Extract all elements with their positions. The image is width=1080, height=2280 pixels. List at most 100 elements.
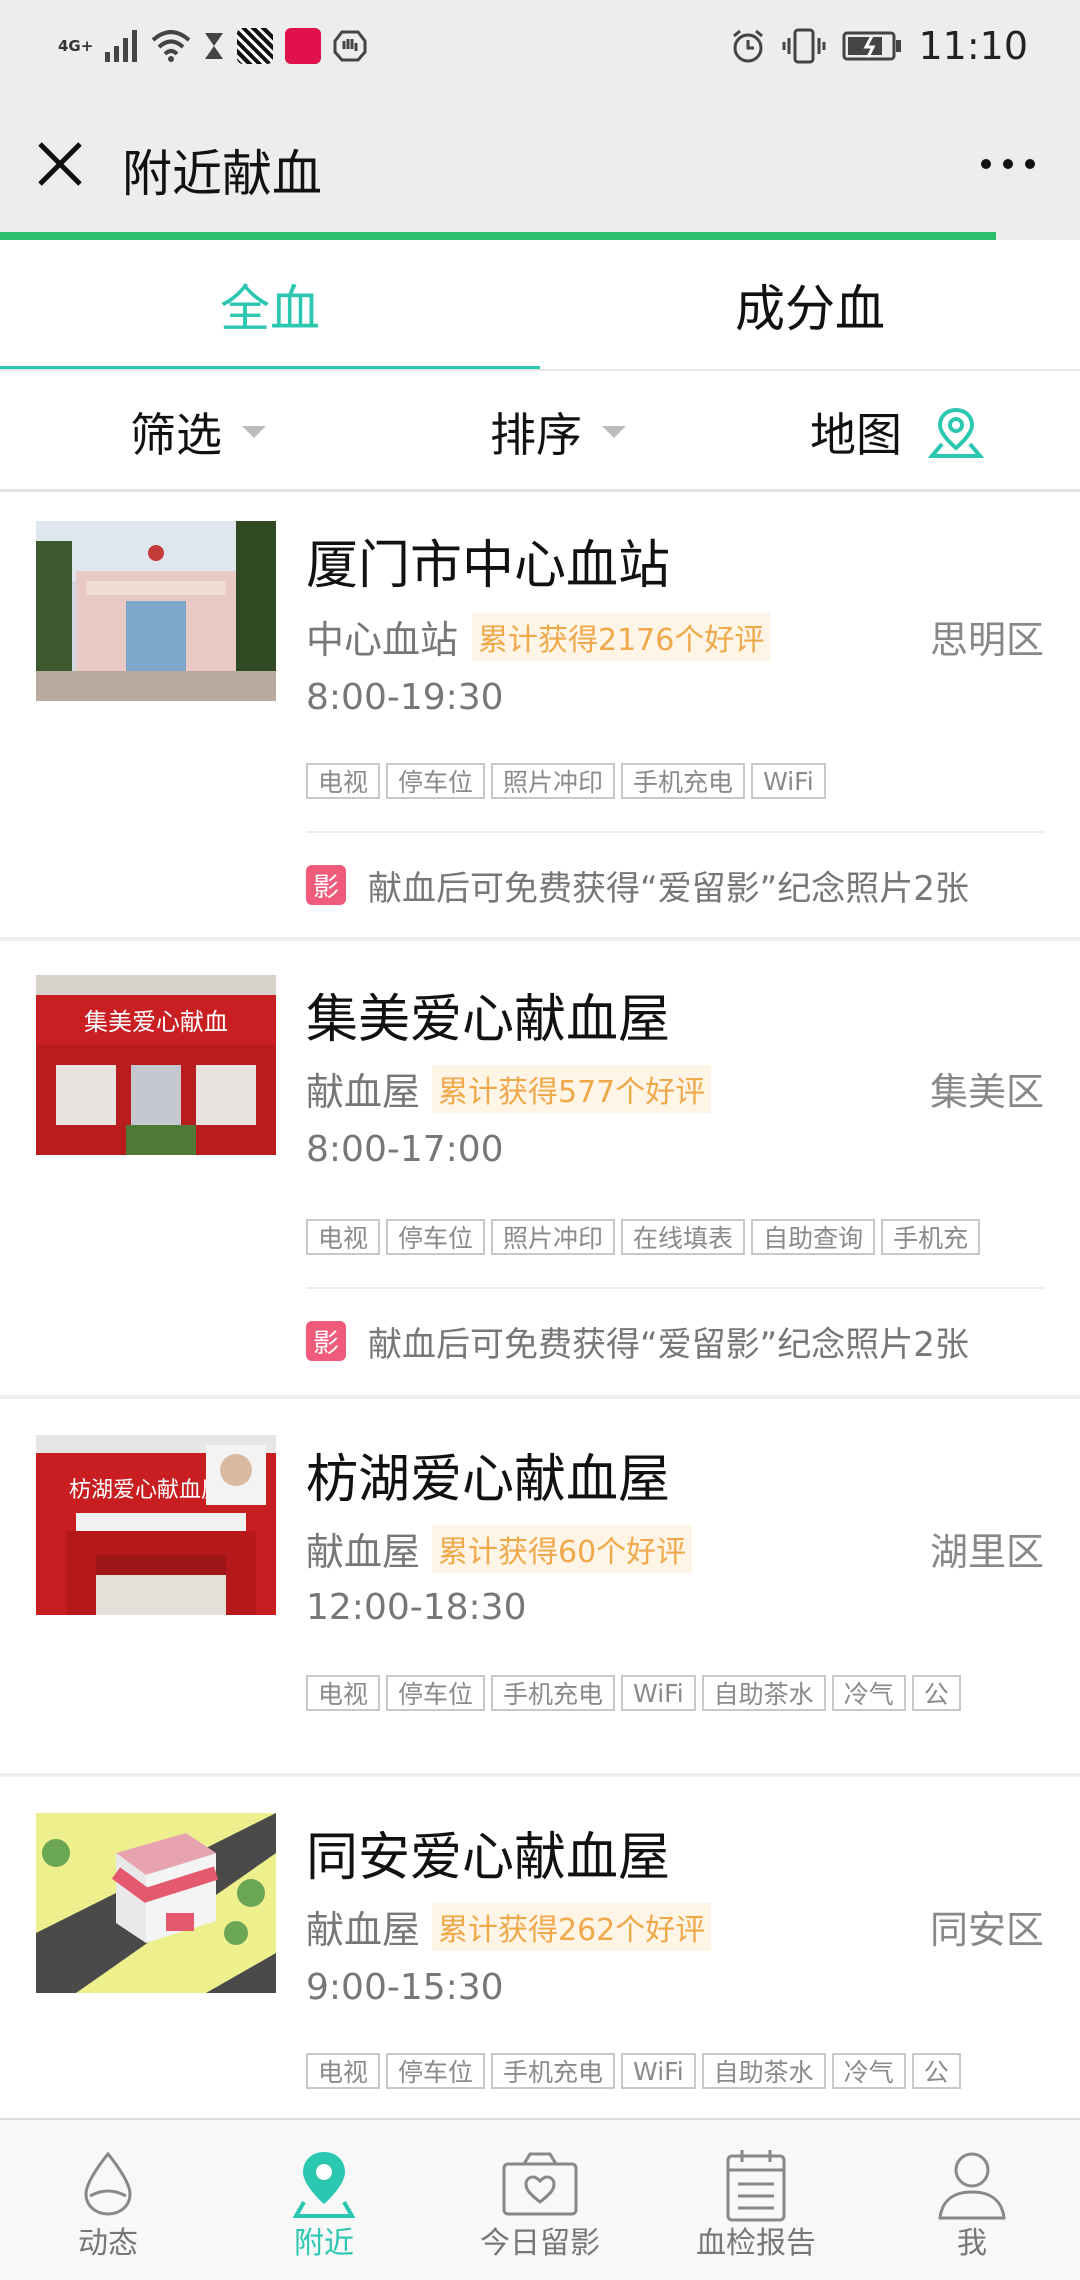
facility-tag: 在线填表	[621, 1219, 746, 1255]
station-hours: 9:00-15:30	[306, 1967, 504, 2008]
clock: 11:10	[918, 24, 1028, 68]
close-icon[interactable]	[28, 132, 92, 196]
bottom-tab-me[interactable]: 我	[864, 2120, 1080, 2280]
chevron-down-icon	[242, 426, 266, 438]
map-label: 地图	[810, 408, 902, 462]
facility-tag: 公	[911, 2053, 961, 2089]
facility-tag: 手机充电	[491, 1675, 616, 1711]
station-district: 集美区	[929, 1070, 1044, 1114]
signal-icon	[105, 30, 138, 62]
station-photo	[36, 1813, 276, 1993]
map-pin-icon	[928, 407, 984, 458]
station-name: 枋湖爱心献血屋	[306, 1450, 671, 1510]
person-icon	[938, 2152, 1006, 2220]
station-type: 献血屋	[306, 1908, 421, 1952]
review-badge: 累计获得577个好评	[432, 1065, 712, 1113]
review-badge: 累计获得60个好评	[432, 1525, 693, 1573]
bottom-tab-photo[interactable]: 今日留影	[432, 2120, 648, 2280]
nav-bar: 附近献血	[0, 96, 1080, 236]
filter-bar: 筛选 排序 地图	[0, 372, 1080, 492]
facility-tags: 电视 停车位 照片冲印 在线填表 自助查询 手机充	[306, 1219, 1008, 1259]
bottom-tab-report[interactable]: 血检报告	[648, 2120, 864, 2280]
facility-tag: 自助茶水	[701, 2053, 826, 2089]
status-left: 4G+	[58, 24, 367, 68]
tab-component-blood[interactable]: 成分血	[540, 240, 1080, 370]
facility-tag: 手机充电	[491, 2053, 616, 2089]
station-hours: 8:00-19:30	[306, 677, 504, 718]
station-photo	[36, 521, 276, 701]
facility-tag: WiFi	[751, 763, 826, 799]
bottom-tab-bar: 动态 附近 今日留影 血检报告 我	[0, 2118, 1080, 2280]
page-title: 附近献血	[122, 145, 322, 203]
loading-progress	[0, 232, 996, 240]
camera-icon	[502, 2152, 578, 2216]
chevron-down-icon	[602, 426, 626, 438]
station-hours: 8:00-17:00	[306, 1129, 504, 1170]
facility-tag: 停车位	[386, 1219, 486, 1255]
wifi-icon	[152, 30, 191, 62]
battery-icon	[842, 31, 902, 61]
station-district: 思明区	[929, 618, 1044, 662]
bottom-tab-label: 我	[957, 2226, 987, 2261]
station-type: 献血屋	[306, 1070, 421, 1114]
station-card[interactable]: 厦门市中心血站 中心血站 累计获得2176个好评 思明区 8:00-19:30 …	[0, 495, 1080, 937]
app-icon	[237, 28, 274, 64]
network-type: 4G+	[58, 36, 94, 55]
facility-tag: 公	[911, 1675, 961, 1711]
tab-whole-blood[interactable]: 全血	[0, 240, 540, 370]
station-district: 同安区	[929, 1908, 1044, 1952]
facility-tags: 电视 停车位 照片冲印 手机充电 WiFi	[306, 763, 1008, 803]
photo-badge-icon: 影	[306, 1321, 346, 1361]
promo-text: 献血后可免费获得“爱留影”纪念照片2张	[368, 868, 969, 909]
bottom-tab-feed[interactable]: 动态	[0, 2120, 216, 2280]
facility-tag: 冷气	[831, 1675, 906, 1711]
review-badge: 累计获得2176个好评	[472, 613, 771, 661]
station-card[interactable]: 同安爱心献血屋 献血屋 累计获得262个好评 同安区 9:00-15:30 电视…	[0, 1777, 1080, 2117]
station-photo: 枋湖爱心献血屋	[36, 1435, 276, 1615]
filter-dropdown[interactable]: 筛选	[130, 372, 266, 492]
facility-tag: 电视	[306, 2053, 381, 2089]
bottom-tab-label: 血检报告	[696, 2226, 816, 2261]
station-name: 厦门市中心血站	[306, 536, 671, 596]
facility-tag: WiFi	[621, 1675, 696, 1711]
station-name: 集美爱心献血屋	[306, 990, 671, 1050]
bottom-tab-label: 动态	[78, 2226, 138, 2261]
sort-label: 排序	[490, 408, 582, 462]
map-button[interactable]: 地图	[810, 372, 984, 492]
station-name: 同安爱心献血屋	[306, 1828, 671, 1888]
station-card[interactable]: 枋湖爱心献血屋 枋湖爱心献血屋 献血屋 累计获得60个好评 湖里区 12:00-…	[0, 1399, 1080, 1773]
facility-tag: WiFi	[621, 2053, 696, 2089]
svg-text:集美爱心献血: 集美爱心献血	[84, 1008, 228, 1036]
shield-icon	[333, 30, 367, 62]
filter-label: 筛选	[130, 408, 222, 462]
more-icon[interactable]	[972, 136, 1044, 192]
hourglass-icon	[205, 33, 224, 59]
bottom-tab-nearby[interactable]: 附近	[216, 2120, 432, 2280]
card-divider	[306, 831, 1044, 833]
promo-row[interactable]: 影 献血后可免费获得“爱留影”纪念照片2张	[306, 863, 969, 909]
facility-tag: 照片冲印	[491, 763, 616, 799]
facility-tag: 电视	[306, 1219, 381, 1255]
photo-badge-icon: 影	[306, 865, 346, 905]
svg-text:枋湖爱心献血屋: 枋湖爱心献血屋	[69, 1478, 223, 1503]
promo-row[interactable]: 影 献血后可免费获得“爱留影”纪念照片2张	[306, 1319, 969, 1365]
facility-tag: 停车位	[386, 2053, 486, 2089]
station-district: 湖里区	[929, 1530, 1044, 1574]
station-type: 献血屋	[306, 1530, 421, 1574]
facility-tag: 自助茶水	[701, 1675, 826, 1711]
station-card[interactable]: 集美爱心献血 集美爱心献血屋 献血屋 累计获得577个好评 集美区 8:00-1…	[0, 941, 1080, 1395]
facility-tag: 手机充	[881, 1219, 981, 1255]
facility-tag: 停车位	[386, 1675, 486, 1711]
station-type: 中心血站	[306, 618, 459, 662]
status-bar: 4G+ 11:10	[0, 0, 1080, 96]
bottom-tab-label: 今日留影	[480, 2226, 600, 2261]
bottom-tab-label: 附近	[294, 2226, 354, 2261]
facility-tag: 停车位	[386, 763, 486, 799]
tabs-divider	[0, 369, 1080, 371]
facility-tags: 电视 停车位 手机充电 WiFi 自助茶水 冷气 公	[306, 1675, 1008, 1715]
location-icon	[292, 2152, 356, 2218]
status-right: 11:10	[730, 22, 1028, 70]
facility-tags: 电视 停车位 手机充电 WiFi 自助茶水 冷气 公	[306, 2053, 1008, 2093]
promo-text: 献血后可免费获得“爱留影”纪念照片2张	[368, 1324, 969, 1365]
sort-dropdown[interactable]: 排序	[490, 372, 626, 492]
